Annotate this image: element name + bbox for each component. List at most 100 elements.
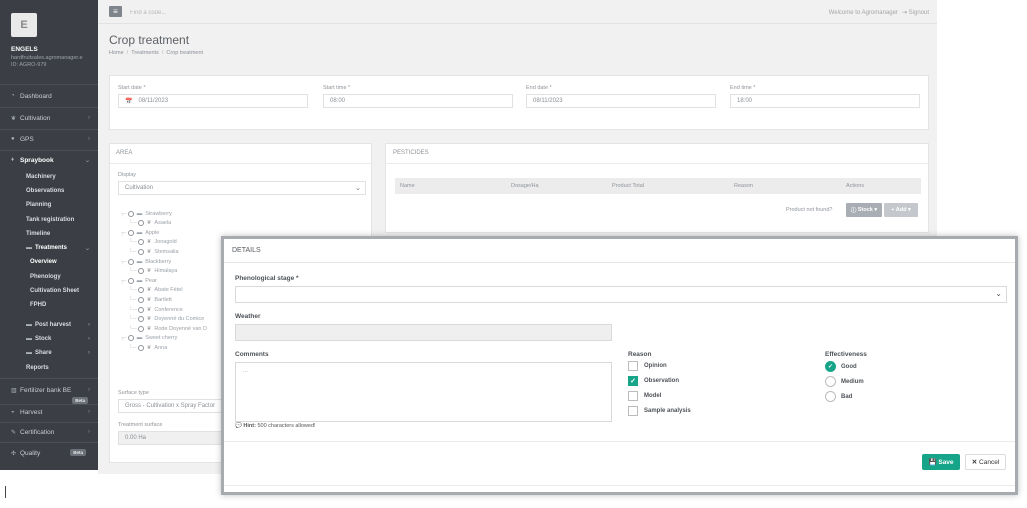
tree-select-radio[interactable] — [137, 306, 144, 313]
checkbox[interactable] — [628, 406, 638, 416]
tree-select-radio[interactable] — [137, 316, 144, 323]
display-label: Display — [118, 172, 137, 178]
save-button[interactable]: 💾 Save — [922, 454, 960, 470]
save-icon: 💾 — [928, 459, 939, 466]
end-time-field[interactable]: 18:00 — [730, 94, 920, 108]
end-time-label: End time * — [730, 85, 756, 91]
add-button[interactable]: + Add ▾ — [884, 203, 918, 217]
breadcrumb-treatments[interactable]: Treatments — [131, 50, 159, 56]
sidebar-item-gps[interactable]: ● GPS › — [0, 131, 98, 147]
basket-icon: ◒ — [11, 409, 15, 415]
phenological-stage-select[interactable]: ⌄ — [235, 286, 1007, 303]
chevron-right-icon: › — [88, 136, 90, 142]
tree-select-radio[interactable] — [137, 344, 144, 351]
sidebar-item-overview[interactable]: Overview — [0, 254, 98, 270]
reason-model[interactable]: Model — [628, 391, 661, 401]
checkbox[interactable] — [628, 361, 638, 371]
reason-observation[interactable]: ✓ Observation — [628, 376, 679, 386]
sidebar: E ENGELS hardfruitsales.agromanager.e ID… — [0, 0, 98, 470]
tree-node-variety[interactable]: └─ ❦ Asaela — [129, 219, 171, 228]
end-date-field[interactable]: 08/11/2023 — [526, 94, 716, 108]
radio-label: Bad — [841, 393, 853, 400]
welcome-text: Welcome to Agromanager — [828, 10, 898, 16]
display-select[interactable]: Cultivation ⌄ — [118, 181, 366, 195]
tree-select-radio[interactable] — [137, 239, 144, 246]
tree-select-radio[interactable] — [127, 277, 134, 284]
start-date-field[interactable]: 📅 08/11/2023 — [118, 94, 308, 108]
tree-node-variety[interactable]: └─ ❦ Rode Doyenné van D — [129, 324, 207, 333]
start-time-field[interactable]: 08:00 — [323, 94, 513, 108]
tree-select-radio[interactable] — [127, 258, 134, 265]
checkbox-label: Opinion — [644, 363, 667, 369]
sidebar-item-reports[interactable]: Reports — [0, 360, 98, 376]
certificate-icon: ✎ — [11, 429, 17, 436]
tree-connector: └─ — [129, 268, 137, 275]
end-date-label: End date * — [526, 85, 552, 91]
tree-select-radio[interactable] — [137, 325, 144, 332]
tree-connector: └─ — [129, 287, 137, 294]
folder-icon: ▬ — [26, 245, 32, 251]
code-search-input[interactable] — [130, 7, 330, 19]
reason-opinion[interactable]: Opinion — [628, 361, 667, 371]
leaf-icon: ❦ — [146, 248, 152, 255]
tree-select-radio[interactable] — [127, 229, 134, 236]
caret-down-icon: ▾ — [906, 207, 911, 213]
effectiveness-good[interactable]: ✓ Good — [825, 361, 857, 372]
sidebar-item-dashboard[interactable]: ◔ Dashboard — [0, 88, 98, 104]
sidebar-item-cultivation[interactable]: ❦ Cultivation › — [0, 110, 98, 126]
breadcrumb-home[interactable]: Home — [109, 50, 124, 56]
sidebar-item-label: Overview — [30, 259, 57, 265]
tree-node-crop[interactable]: ┬- ▬ Apple — [121, 228, 159, 237]
radio[interactable] — [825, 376, 836, 387]
effectiveness-bad[interactable]: Bad — [825, 391, 852, 402]
stock-button[interactable]: ⓘ Stock ▾ — [846, 203, 882, 217]
tree-connector: └─ — [129, 248, 137, 255]
tree-node-variety[interactable]: └─ ❦ Anna — [129, 343, 167, 352]
reason-sample-analysis[interactable]: Sample analysis — [628, 406, 691, 416]
signout-link[interactable]: ⇥ Signout — [902, 10, 929, 16]
col-actions: Actions — [846, 183, 865, 189]
checkbox-checked[interactable]: ✓ — [628, 376, 638, 386]
radio-checked[interactable]: ✓ — [825, 361, 836, 372]
tree-node-crop[interactable]: ┬- ▬ Pear — [121, 276, 157, 285]
beta-badge: Beta — [72, 397, 88, 404]
product-not-found-link[interactable]: Product not found? — [786, 207, 832, 213]
avatar[interactable]: E — [11, 13, 37, 37]
comments-textarea[interactable] — [235, 362, 612, 422]
tree-select-radio[interactable] — [137, 220, 144, 227]
tree-select-radio[interactable] — [137, 268, 144, 275]
tree-node-crop[interactable]: ┬- ▬ Sweet cherry — [121, 334, 177, 343]
sidebar-item-share[interactable]: ▬ Share › — [0, 345, 98, 361]
tree-node-variety[interactable]: └─ ❦ Conference — [129, 305, 183, 314]
tree-select-radio[interactable] — [137, 248, 144, 255]
sidebar-item-certification[interactable]: ✎ Certification › — [0, 424, 98, 440]
surface-type-select[interactable]: Gross - Cultivation x Spray Factor — [118, 399, 228, 413]
checkbox[interactable] — [628, 391, 638, 401]
effectiveness-medium[interactable]: Medium — [825, 376, 864, 387]
tree-node-variety[interactable]: └─ ❦ Doyenné du Comice — [129, 315, 204, 324]
radio[interactable] — [825, 391, 836, 402]
add-label: + Add — [891, 207, 907, 213]
sidebar-item-harvest[interactable]: ◒ Harvest › — [0, 404, 98, 420]
tree-select-radio[interactable] — [137, 287, 144, 294]
tree-select-radio[interactable] — [137, 296, 144, 303]
tree-connector: └─ — [129, 344, 137, 351]
sidebar-item-planning[interactable]: Planning — [0, 197, 98, 213]
tree-node-variety[interactable]: └─ ❦ Himalaya — [129, 267, 177, 276]
sidebar-item-fphd[interactable]: FPHD — [0, 297, 98, 313]
tree-node-crop[interactable]: ┬- ▬ Blackberry — [121, 257, 171, 266]
tree-select-radio[interactable] — [127, 335, 134, 342]
sidebar-item-spraybook[interactable]: ♦ Spraybook ⌄ — [0, 152, 98, 168]
folder-icon: ▬ — [136, 335, 143, 342]
tree-node-crop[interactable]: ┬- ▬ Strawberry — [121, 209, 172, 218]
tree-select-radio[interactable] — [127, 210, 134, 217]
tree-node-variety[interactable]: └─ ❦ Bartlett — [129, 295, 172, 304]
tree-node-variety[interactable]: └─ ❦ Stemsalia — [129, 247, 179, 256]
menu-toggle-button[interactable]: ≡ — [109, 6, 122, 17]
sidebar-item-fertilizer-bank[interactable]: ▥ Fertilizer bank BE › — [0, 382, 98, 398]
modal-title: DETAILS — [232, 247, 261, 254]
leaf-icon: ❦ — [146, 325, 152, 332]
tree-node-variety[interactable]: └─ ❦ Jonagold — [129, 238, 177, 247]
tree-node-variety[interactable]: └─ ❦ Abate Fétel — [129, 286, 183, 295]
cancel-button[interactable]: ✕ Cancel — [965, 454, 1006, 470]
